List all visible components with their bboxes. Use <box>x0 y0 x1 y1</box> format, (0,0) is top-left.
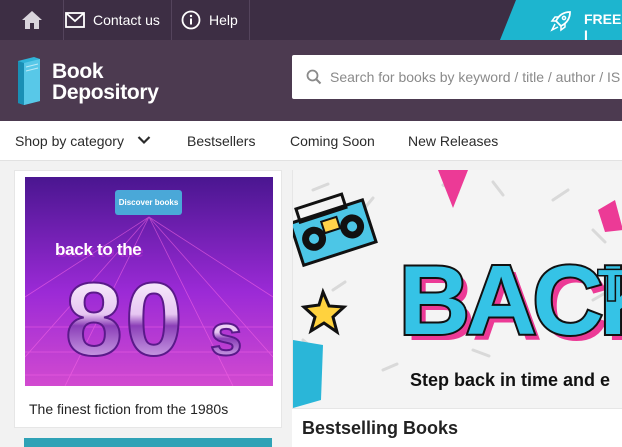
nav-shop-by-category[interactable]: Shop by category <box>15 133 124 149</box>
nav-bestsellers[interactable]: Bestsellers <box>187 133 255 149</box>
back-to-the-text: back to the <box>55 240 142 259</box>
promo-card-2-peek[interactable] <box>24 438 272 447</box>
help-link[interactable]: Help <box>172 0 250 40</box>
bestselling-title: Bestselling Books <box>302 418 459 438</box>
chevron-down-icon[interactable] <box>137 135 151 145</box>
info-icon <box>181 10 201 30</box>
discover-books-button[interactable]: Discover books <box>115 190 182 215</box>
envelope-icon <box>65 12 85 28</box>
bestselling-section: Bestselling Books <box>292 408 622 447</box>
back-to-school-hero-banner[interactable]: BACK BACK TO Step back in time and e <box>292 170 622 408</box>
contact-us-label: Contact us <box>93 12 160 28</box>
logo-line-1: Book <box>52 60 104 83</box>
nav-new-releases[interactable]: New Releases <box>408 133 498 149</box>
svg-text:0: 0 <box>125 262 183 378</box>
home-icon <box>21 11 42 29</box>
category-nav: Shop by category Bestsellers Coming Soon… <box>0 121 622 161</box>
book-depository-logo[interactable]: Book Depository <box>14 55 174 107</box>
top-bar: Contact us Help FREE I <box>0 0 622 40</box>
rocket-icon <box>550 11 571 32</box>
home-link[interactable] <box>0 0 64 40</box>
hero-headline: BACK <box>399 245 622 355</box>
help-label: Help <box>209 12 238 28</box>
promo-caption[interactable]: The finest fiction from the 1980s <box>29 401 228 417</box>
book-logo-icon <box>18 57 40 105</box>
site-header: Book Depository <box>0 40 622 121</box>
logo-wordmark: Book Depository <box>52 61 159 103</box>
hero-tagline: Step back in time and e <box>410 370 611 390</box>
svg-text:s: s <box>210 303 242 368</box>
contact-us-link[interactable]: Contact us <box>64 0 172 40</box>
svg-text:8: 8 <box>65 262 123 378</box>
free-delivery-banner[interactable]: FREE I <box>500 0 622 40</box>
logo-line-2: Depository <box>52 81 159 104</box>
promo-card-80s[interactable]: 8 0 s Discover books back to the The fin… <box>14 170 282 428</box>
promo-80s-artwork[interactable]: 8 0 s Discover books back to the <box>25 177 273 386</box>
search-icon[interactable] <box>306 69 322 85</box>
hero-headline-suffix: TO <box>598 261 622 310</box>
nav-coming-soon[interactable]: Coming Soon <box>290 133 375 149</box>
search-input[interactable] <box>330 65 622 89</box>
search-bar <box>292 55 622 99</box>
free-delivery-label: FREE I <box>584 11 622 43</box>
